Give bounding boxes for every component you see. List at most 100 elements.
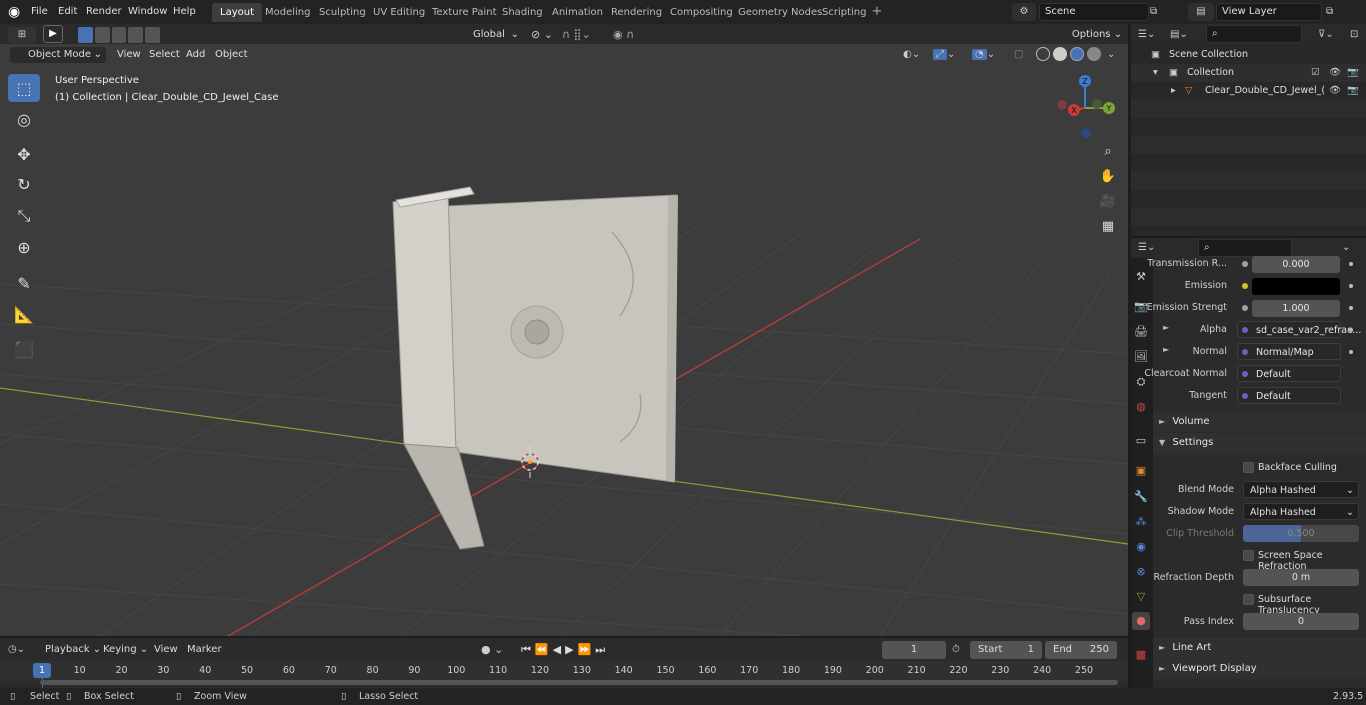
scene-name-field[interactable]: Scene	[1039, 3, 1149, 21]
tab-uv-editing[interactable]: UV Editing	[365, 3, 433, 22]
properties-editor-icon[interactable]: ☰⌄	[1138, 240, 1166, 256]
end-frame-field[interactable]: End 250	[1045, 641, 1117, 659]
transmission-roughness-field[interactable]: 0.000	[1252, 256, 1340, 273]
outliner-row-collection[interactable]: ▾ ▣ Collection ☑ 👁 📷	[1131, 64, 1366, 82]
rotate-tool-icon[interactable]: ↻	[8, 170, 40, 198]
start-frame-field[interactable]: Start 1	[970, 641, 1042, 659]
pass-index-field[interactable]: 0	[1243, 613, 1359, 630]
add-cube-tool-icon[interactable]: ⬛	[8, 335, 40, 363]
object-mode-select[interactable]: Object Mode ⌄	[10, 47, 106, 63]
display-mode-icon[interactable]: ▤⌄	[1170, 27, 1198, 43]
tab-shading[interactable]: Shading	[494, 3, 551, 22]
socket-icon[interactable]	[1242, 393, 1248, 399]
camera-view-icon[interactable]: 🎥	[1098, 192, 1118, 212]
clip-threshold-field[interactable]: 0.500	[1243, 525, 1359, 542]
filter-icon[interactable]: ⊽⌄	[1318, 27, 1344, 43]
alpha-input-field[interactable]: sd_case_var2_refrac...	[1237, 321, 1361, 338]
menu-window[interactable]: Window	[122, 0, 173, 24]
chevron-down-icon[interactable]: ⌄	[1107, 47, 1119, 63]
clearcoat-normal-field[interactable]: Default	[1237, 365, 1341, 382]
collection-tab-icon[interactable]: ▭	[1132, 432, 1150, 450]
ssr-checkbox[interactable]	[1243, 550, 1254, 561]
outliner-search-input[interactable]: ⌕	[1206, 25, 1302, 43]
eye-icon[interactable]: 👁	[1329, 64, 1341, 82]
socket-icon[interactable]	[1242, 305, 1248, 311]
marker-menu[interactable]: Marker	[182, 641, 227, 659]
new-scene-icon[interactable]: ⧉	[1150, 3, 1164, 21]
keyframe-dot-icon[interactable]	[1349, 306, 1353, 310]
socket-icon[interactable]	[1242, 371, 1248, 377]
tab-modeling[interactable]: Modeling	[257, 3, 319, 22]
3d-viewport[interactable]	[0, 24, 1128, 636]
view-layer-selector-icon[interactable]: ▤	[1188, 3, 1214, 21]
outliner-row-object[interactable]: ▸ ▽ Clear_Double_CD_Jewel_( 👁 📷	[1131, 82, 1366, 100]
eye-icon[interactable]: 👁	[1329, 82, 1341, 100]
timeline-view-menu[interactable]: View	[149, 641, 183, 659]
physics-tab-icon[interactable]: ◉	[1132, 538, 1150, 556]
line-art-section-header[interactable]: ► Line Art	[1153, 638, 1366, 658]
keyframe-dot-icon[interactable]	[1349, 284, 1353, 288]
subsurface-checkbox[interactable]	[1243, 594, 1254, 605]
current-frame-field[interactable]: 1	[882, 641, 946, 659]
timeline-scrollbar[interactable]	[40, 680, 1118, 685]
measure-tool-icon[interactable]: 📐	[8, 300, 40, 328]
xray-toggle-icon[interactable]: ▢	[1014, 47, 1028, 63]
menu-render[interactable]: Render	[80, 0, 128, 24]
scene-selector-icon[interactable]: ⚙	[1012, 3, 1036, 21]
jump-end-icon[interactable]: ⏭	[595, 641, 605, 659]
next-keyframe-icon[interactable]: ⏩	[578, 641, 592, 659]
pan-hand-icon[interactable]: ✋	[1098, 167, 1118, 187]
visibility-icon[interactable]: ◐⌄	[903, 47, 927, 63]
menu-object[interactable]: Object	[210, 46, 253, 64]
select-subtract-icon[interactable]	[111, 27, 127, 43]
add-workspace-icon[interactable]: +	[870, 4, 884, 20]
tab-layout[interactable]: Layout	[212, 3, 262, 22]
annotate-tool-icon[interactable]: ✎	[8, 269, 40, 297]
editor-type-icon[interactable]: ⊞	[8, 27, 36, 43]
playback-menu[interactable]: Playback ⌄	[40, 641, 106, 659]
keying-menu[interactable]: Keying ⌄	[98, 641, 153, 659]
menu-view[interactable]: View	[112, 46, 146, 64]
tangent-field[interactable]: Default	[1237, 387, 1341, 404]
select-tool-icon[interactable]: ▶	[43, 25, 63, 43]
view-layer-field[interactable]: View Layer	[1216, 3, 1322, 21]
object-tab-icon[interactable]: ▣	[1132, 462, 1150, 480]
proportional-edit-icon[interactable]: ◉ ∩	[613, 27, 653, 43]
timeline-editor-icon[interactable]: ◷⌄	[8, 641, 36, 659]
transform-tool-icon[interactable]: ⊕	[8, 233, 40, 261]
zoom-icon[interactable]: ⌕	[1098, 142, 1118, 162]
tab-animation[interactable]: Animation	[544, 3, 611, 22]
tab-compositing[interactable]: Compositing	[662, 3, 741, 22]
chevron-down-icon[interactable]: ⌄	[1342, 240, 1356, 256]
emission-color-field[interactable]	[1252, 278, 1340, 295]
menu-add[interactable]: Add	[181, 46, 210, 64]
socket-icon[interactable]	[1242, 261, 1248, 267]
solid-shading-icon[interactable]	[1053, 47, 1067, 61]
socket-icon[interactable]	[1242, 327, 1248, 333]
select-new-icon[interactable]	[78, 27, 93, 43]
play-icon[interactable]: ▶	[565, 641, 573, 659]
settings-section-header[interactable]: ▼ Settings	[1153, 433, 1366, 453]
cursor-tool-icon[interactable]: ◎	[8, 105, 40, 133]
menu-edit[interactable]: Edit	[52, 0, 83, 24]
expand-arrow-icon[interactable]: ▾	[1153, 64, 1158, 82]
wireframe-shading-icon[interactable]	[1036, 47, 1050, 61]
pivot-point-icon[interactable]: ⊘ ⌄	[531, 27, 557, 43]
rendered-shading-icon[interactable]	[1087, 47, 1101, 61]
menu-help[interactable]: Help	[167, 0, 202, 24]
volume-section-header[interactable]: ► Volume	[1153, 412, 1366, 432]
select-intersect-icon[interactable]	[145, 27, 160, 43]
overlays-toggle-icon[interactable]: ◔ ⌄	[972, 46, 1006, 64]
data-tab-icon[interactable]: ▽	[1132, 588, 1150, 606]
menu-file[interactable]: File	[25, 0, 54, 24]
outliner-row-scene-collection[interactable]: ▣ Scene Collection	[1131, 46, 1366, 64]
camera-icon[interactable]: 📷	[1347, 64, 1359, 82]
ortho-toggle-icon[interactable]: ▦	[1098, 217, 1118, 237]
record-icon[interactable]: ● ⌄	[481, 641, 517, 659]
prev-keyframe-icon[interactable]: ⏪	[535, 641, 549, 659]
keyframe-dot-icon[interactable]	[1349, 328, 1353, 332]
tab-rendering[interactable]: Rendering	[603, 3, 670, 22]
keyframe-dot-icon[interactable]	[1349, 262, 1353, 266]
socket-icon[interactable]	[1242, 349, 1248, 355]
shadow-mode-select[interactable]: Alpha Hashed ⌄	[1243, 503, 1359, 520]
